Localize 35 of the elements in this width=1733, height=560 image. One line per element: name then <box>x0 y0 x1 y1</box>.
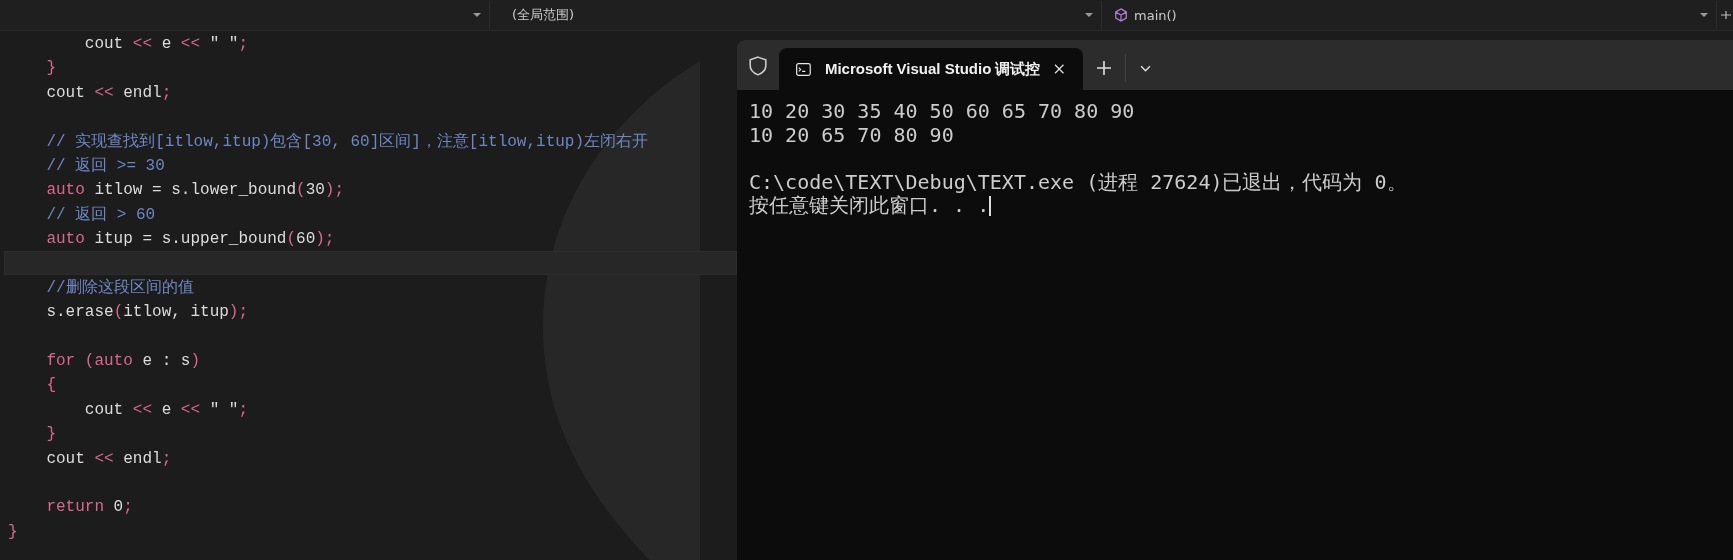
code-line: cout << endl; <box>45 449 172 468</box>
scope-dropdown[interactable]: (全局范围) <box>490 1 1102 29</box>
split-icon[interactable] <box>1721 10 1731 20</box>
code-line: auto itlow = s.lower_bound(30); <box>45 181 345 200</box>
chevron-down-icon[interactable] <box>1140 65 1151 72</box>
text-cursor <box>989 195 991 216</box>
code-line: auto itup = s.upper_bound(60); <box>45 230 335 249</box>
code-line: return 0; <box>45 498 133 517</box>
new-tab-icon[interactable] <box>1097 61 1111 75</box>
code-line: cout << endl; <box>45 83 172 102</box>
code-line: // 返回 >= 30 <box>45 156 165 175</box>
caret-icon <box>1700 13 1708 17</box>
scope-dropdown[interactable]: main() <box>1102 1 1717 29</box>
code-line: // 实现查找到[itlow,itup)包含[30, 60]区间]，注意[itlow,itup)左闭右开 <box>45 132 649 151</box>
console-output-line: 10 20 65 70 80 90 <box>749 123 954 147</box>
code-line: cout << e << " "; <box>83 35 249 53</box>
console-output-line: 10 20 30 35 40 50 60 65 70 80 90 <box>749 100 1135 124</box>
code-line: // 返回 > 60 <box>45 205 156 224</box>
code-line: } <box>45 59 56 78</box>
caret-icon <box>1085 13 1093 17</box>
code-line: for (auto e : s) <box>45 352 201 371</box>
code-line: //删除这段区间的值 <box>45 278 194 297</box>
cube-icon <box>1114 8 1128 22</box>
console-output-line: C:\code\TEXT\Debug\TEXT.exe (进程 27624)已退出，代码为 0。 <box>749 170 1407 194</box>
close-icon[interactable] <box>1054 63 1065 75</box>
console-output-line: 按任意键关闭此窗口. . . <box>749 194 990 218</box>
console-icon <box>796 61 811 77</box>
code-line: { <box>45 376 56 395</box>
shield-icon[interactable] <box>749 56 767 76</box>
terminal-tab[interactable]: Microsoft Visual Studio 调试控 <box>779 48 1083 90</box>
code-line: s.erase(itlow, itup); <box>45 303 249 322</box>
code-line: cout << e << " "; <box>83 400 249 419</box>
code-line: } <box>45 425 56 444</box>
code-line: } <box>8 522 18 541</box>
caret-icon <box>473 13 481 17</box>
